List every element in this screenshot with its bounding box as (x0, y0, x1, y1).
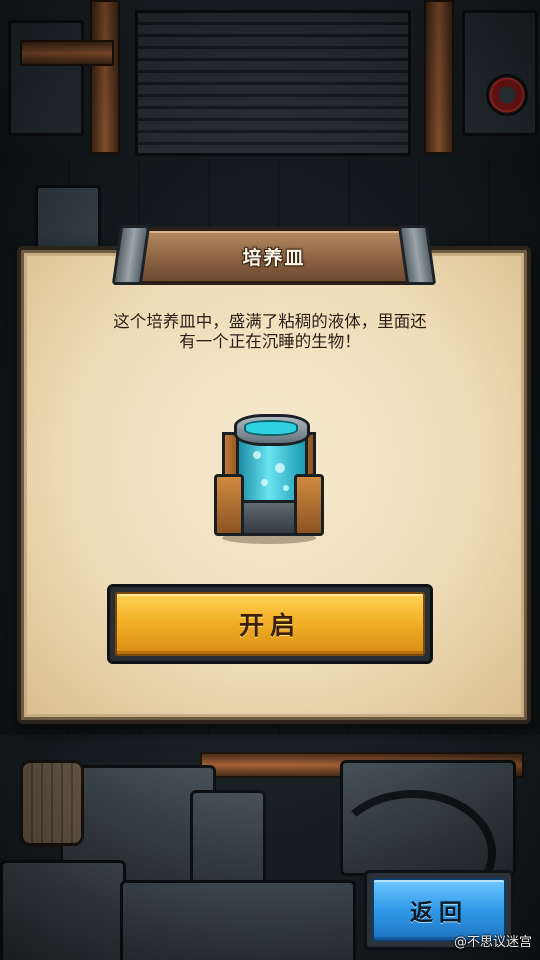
bubble (283, 485, 289, 491)
open-button-face[interactable]: 开启 (115, 592, 425, 656)
tank-clamp (294, 474, 324, 536)
description-line: 有一个正在沉睡的生物！ (179, 332, 361, 351)
dialog-title: 培养皿 (242, 246, 306, 269)
dialog-description: 这个培养皿中，盛满了粘稠的液体，里面还 有一个正在沉睡的生物！ (60, 312, 480, 352)
open-button-label: 开启 (238, 611, 301, 640)
watermark: @不思议迷宫 (453, 935, 532, 950)
open-button[interactable]: 开启 (107, 584, 433, 664)
bubble (275, 463, 285, 473)
tank-lid-glow (244, 420, 298, 436)
back-button-label: 返回 (410, 900, 468, 926)
bubble (261, 479, 268, 486)
bubble (253, 451, 261, 459)
tank-clamp (214, 474, 244, 536)
culture-tank-icon (214, 414, 324, 544)
description-line: 这个培养皿中，盛满了粘稠的液体，里面还 (113, 312, 427, 331)
dialog-title-plank: 培养皿 (111, 225, 437, 285)
